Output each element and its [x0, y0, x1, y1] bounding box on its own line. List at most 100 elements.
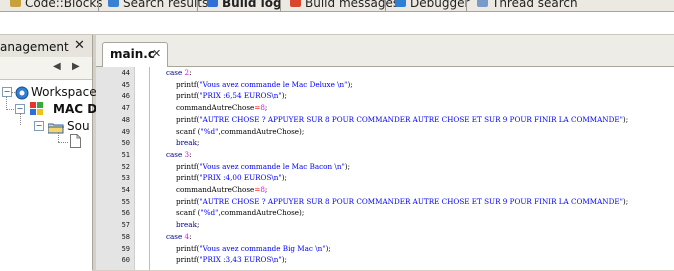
code-token: "Vous avez commande Big Mac \n": [199, 243, 326, 253]
tree-item-workspace[interactable]: Workspace: [31, 85, 97, 99]
code-token: );: [344, 161, 351, 171]
code-token: commandAutreChose: [176, 185, 255, 194]
line-number-gutter: 44 45 46 47 48 49 50 51 52 53 54 55 56 57 58 59 60: [96, 67, 135, 270]
line-number: 46: [121, 92, 130, 101]
code-token: ;: [196, 220, 200, 230]
code-area[interactable]: case 2: printf("Vous avez commande le Mac…: [166, 67, 674, 270]
management-title: anagement: [0, 40, 69, 54]
line-number: 55: [121, 197, 130, 206]
code-line[interactable]: scanf ("%d",commandAutreChose);: [176, 208, 304, 217]
code-token: scanf (: [176, 126, 201, 136]
code-token: "Vous avez commande le Mac Deluxe \n": [199, 79, 348, 89]
close-icon[interactable]: ✕: [152, 47, 161, 60]
code-token: scanf (: [176, 208, 201, 218]
code-token: printf(: [176, 196, 200, 206]
line-number: 57: [121, 221, 130, 230]
code-line[interactable]: printf("AUTRE CHOSE ? APPUYER SUR 8 POUR…: [176, 197, 628, 206]
tree-item-project[interactable]: MAC D: [53, 102, 97, 116]
arrow-right-icon[interactable]: ▶: [72, 61, 80, 72]
code-line[interactable]: break;: [176, 220, 199, 229]
code-line[interactable]: printf("AUTRE CHOSE ? APPUYER SUR 8 POUR…: [176, 115, 628, 124]
code-token: );: [347, 79, 353, 89]
code-line[interactable]: printf("PRIX :4,00 EUROS\n");: [176, 173, 287, 182]
code-token: :: [189, 231, 192, 241]
code-line[interactable]: case 4:: [166, 232, 192, 241]
code-line[interactable]: printf("Vous avez commande Big Mac \n");: [176, 244, 331, 253]
codeblocks-icon: [10, 0, 21, 7]
editor-tab-strip: main.c ✕: [96, 35, 674, 67]
code-line[interactable]: case 3:: [166, 150, 192, 159]
tree-connector: [58, 132, 59, 142]
folder-icon: [47, 119, 64, 134]
code-token: :: [189, 149, 192, 159]
code-token: );: [622, 114, 629, 124]
code-line[interactable]: printf("PRIX :3,43 EUROS\n");: [176, 255, 287, 264]
line-number: 58: [121, 232, 130, 241]
code-token: );: [325, 243, 331, 253]
build-messages-icon: [290, 0, 301, 7]
line-number: 50: [121, 139, 130, 148]
code-token: commandAutreChose: [176, 103, 255, 113]
line-number: 60: [121, 256, 130, 265]
code-token: break: [176, 220, 197, 230]
editor-tab-label: main.c: [110, 47, 155, 61]
search-results-icon: [108, 0, 119, 7]
close-icon[interactable]: ✕: [74, 38, 85, 53]
bottom-panel-tab-strip: Code::Blocks Search results Build log Build…: [0, 0, 674, 12]
code-line[interactable]: scanf ("%d",commandAutreChose);: [176, 127, 304, 136]
code-token: "PRIX :6,54 EUROS\n": [199, 91, 282, 101]
debugger-icon: [395, 0, 406, 7]
code-token: printf(: [176, 255, 200, 265]
code-line[interactable]: case 2:: [166, 68, 192, 77]
code-token: printf(: [176, 79, 200, 89]
tab-separator: [197, 0, 198, 11]
code-line[interactable]: commandAutreChose=8;: [176, 103, 267, 112]
code-token: :: [189, 68, 192, 77]
code-token: printf(: [176, 114, 200, 124]
code-token: printf(: [176, 243, 200, 253]
code-token: printf(: [176, 173, 200, 183]
code-token: "AUTRE CHOSE ? APPUYER SUR 8 POUR COMMAN…: [199, 196, 623, 206]
management-header: anagement ✕: [0, 35, 92, 57]
build-log-icon: [207, 0, 218, 7]
tab-separator: [98, 0, 99, 11]
code-token: "PRIX :3,43 EUROS\n": [199, 255, 282, 265]
code-token: case: [166, 231, 185, 241]
code-token: ;: [196, 138, 200, 148]
collapse-icon[interactable]: −: [34, 121, 44, 131]
fold-line: [149, 67, 150, 270]
code-token: "PRIX :4,00 EUROS\n": [199, 173, 282, 183]
toolbar-band: [0, 12, 674, 35]
line-number: 48: [121, 115, 130, 124]
tab-label: Code::Blocks: [25, 0, 103, 10]
code-line[interactable]: printf("Vous avez commande le Mac Deluxe…: [176, 80, 353, 89]
management-tab-nav: ◀ ▶: [0, 57, 92, 79]
code-token: );: [281, 255, 287, 265]
line-number: 44: [121, 69, 130, 77]
code-line[interactable]: printf("PRIX :6,54 EUROS\n");: [176, 91, 287, 100]
line-number: 49: [121, 127, 130, 136]
code-line[interactable]: printf("Vous avez commande le Mac Bacon …: [176, 162, 350, 171]
editor-tab-main-c[interactable]: main.c ✕: [102, 42, 168, 67]
line-number: 59: [121, 244, 130, 253]
code-line[interactable]: commandAutreChose=8;: [176, 185, 267, 194]
thread-search-icon: [477, 0, 488, 7]
line-number: 51: [121, 150, 130, 159]
line-number: 54: [121, 186, 130, 194]
code-token: );: [622, 196, 629, 206]
workspace-icon: [15, 85, 29, 100]
code-token: printf(: [176, 161, 200, 171]
tab-separator: [385, 0, 386, 11]
tab-label: Search results: [123, 0, 209, 10]
code-token: ,commandAutreChose);: [218, 208, 305, 218]
arrow-left-icon[interactable]: ◀: [53, 61, 61, 72]
file-icon[interactable]: [70, 133, 81, 148]
code-line[interactable]: break;: [176, 138, 199, 147]
line-number: 45: [121, 80, 130, 89]
project-icon: [30, 101, 44, 115]
tab-label: Build log: [222, 0, 282, 10]
code-token: );: [281, 91, 287, 101]
tree-item-sources[interactable]: Sou: [67, 119, 90, 133]
line-number: 53: [121, 174, 130, 183]
code-token: case: [166, 149, 185, 159]
